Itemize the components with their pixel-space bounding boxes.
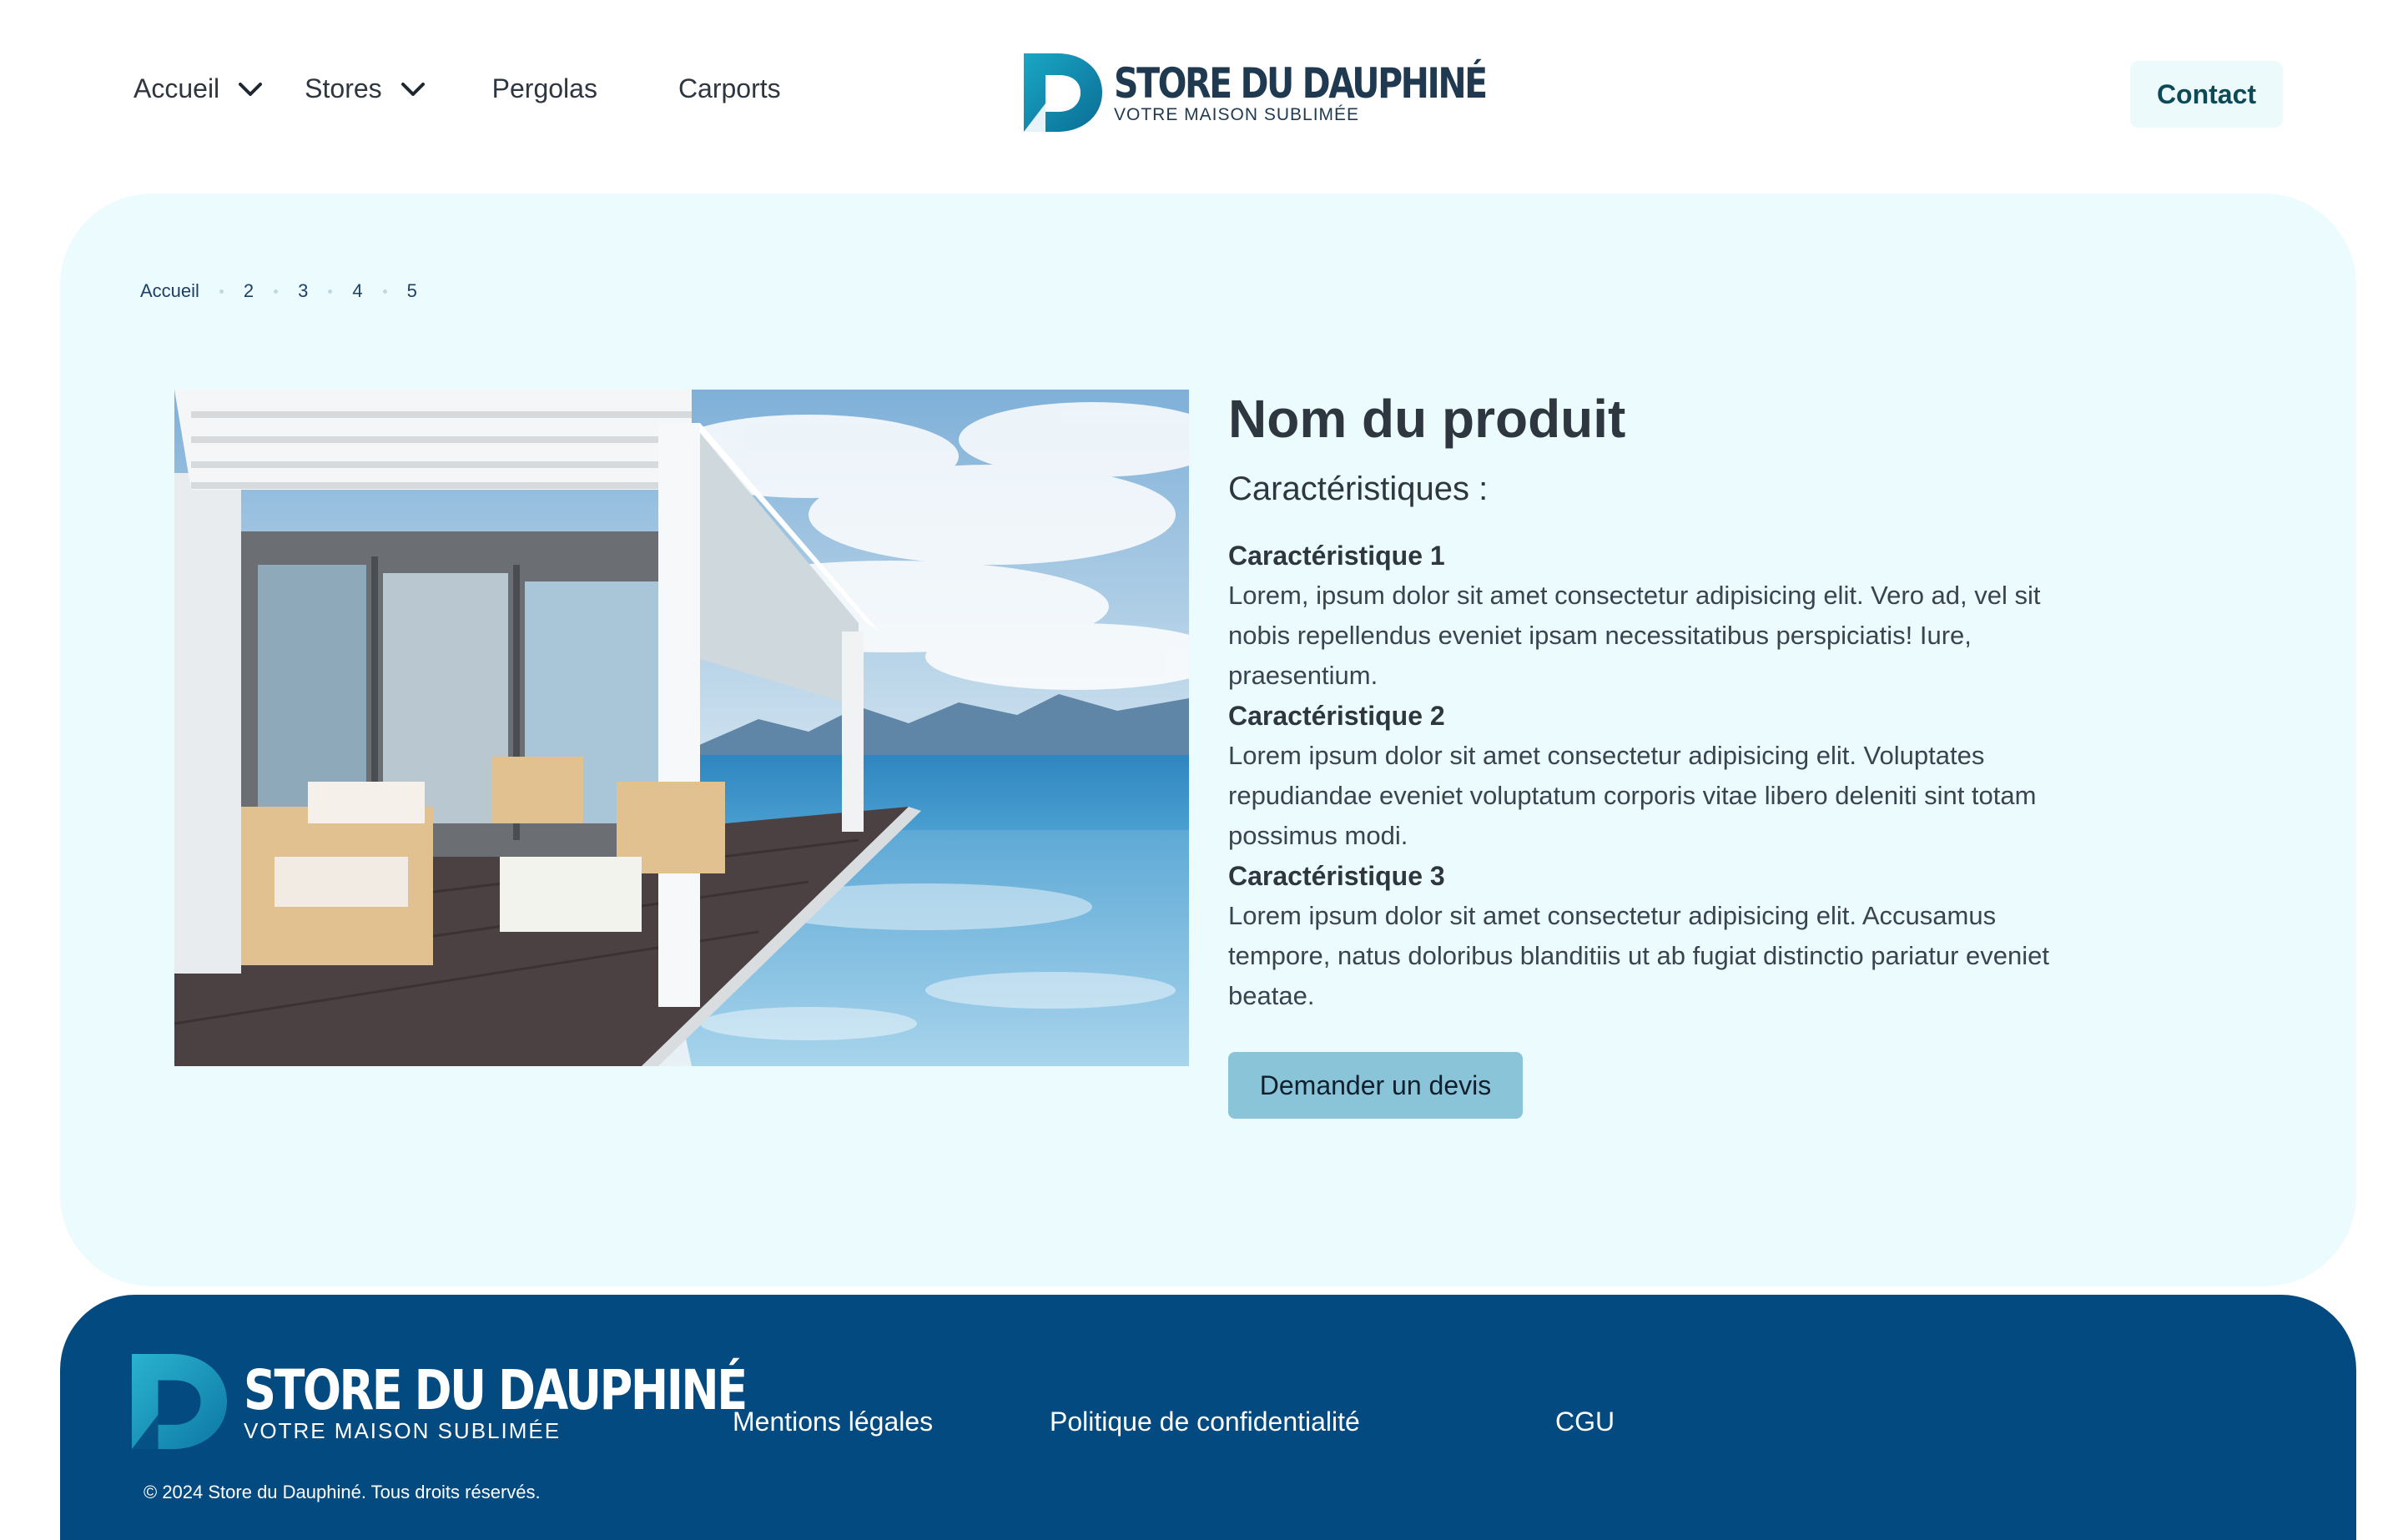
breadcrumb-separator (219, 289, 224, 294)
nav-item-stores[interactable]: Stores (305, 73, 425, 104)
breadcrumb-separator (274, 289, 279, 294)
feature-title: Caractéristique 2 (1228, 701, 1445, 731)
product-panel: Accueil 2 3 4 5 Nom du produit Caractéri… (60, 194, 2356, 1286)
feature-title: Caractéristique 3 (1228, 861, 1445, 891)
breadcrumb-item-4[interactable]: 4 (352, 280, 362, 302)
product-info: Nom du produit Caractéristiques : Caract… (1228, 385, 2063, 1016)
breadcrumb-item-3[interactable]: 3 (298, 280, 308, 302)
logo-mark-icon (132, 1354, 227, 1449)
main-nav: Accueil Stores Pergolas Carports (134, 73, 781, 104)
product-subtitle: Caractéristiques : (1228, 471, 1489, 507)
breadcrumb-item-2[interactable]: 2 (244, 280, 254, 302)
footer-link-mentions[interactable]: Mentions légales (733, 1407, 933, 1437)
footer-link-cgu[interactable]: CGU (1555, 1407, 1615, 1437)
feature-text: Lorem ipsum dolor sit amet consectetur a… (1228, 741, 2037, 850)
logo-name: STORE DU DAUPHINÉ (1114, 59, 1488, 108)
logo-tagline: VOTRE MAISON SUBLIMÉE (1114, 105, 1360, 124)
nav-label: Carports (678, 73, 781, 103)
breadcrumb-item-accueil[interactable]: Accueil (140, 280, 199, 302)
logo-mark-icon (1024, 53, 1102, 132)
feature-title: Caractéristique 1 (1228, 541, 1445, 571)
nav-item-carports[interactable]: Carports (678, 73, 781, 104)
breadcrumb-separator (328, 289, 333, 294)
logo-name: STORE DU DAUPHINÉ (244, 1358, 748, 1422)
nav-item-accueil[interactable]: Accueil (134, 73, 263, 104)
nav-item-pergolas[interactable]: Pergolas (492, 73, 597, 104)
site-logo[interactable]: STORE DU DAUPHINÉ VOTRE MAISON SUBLIMÉE (1024, 53, 1568, 132)
copyright: © 2024 Store du Dauphiné. Tous droits ré… (144, 1482, 541, 1502)
feature-text: Lorem, ipsum dolor sit amet consectetur … (1228, 581, 2041, 690)
nav-label: Accueil (134, 73, 220, 103)
contact-button[interactable]: Contact (2130, 61, 2283, 128)
feature-list: Caractéristique 1 Lorem, ipsum dolor sit… (1228, 536, 2063, 1016)
breadcrumb-separator (382, 289, 387, 294)
chevron-down-icon (400, 82, 425, 96)
chevron-down-icon (239, 82, 263, 96)
product-image (174, 390, 1189, 1066)
footer-link-privacy[interactable]: Politique de confidentialité (1050, 1407, 1360, 1437)
quote-request-button[interactable]: Demander un devis (1228, 1052, 1523, 1119)
site-footer: STORE DU DAUPHINÉ VOTRE MAISON SUBLIMÉE … (60, 1295, 2356, 1540)
feature-text: Lorem ipsum dolor sit amet consectetur a… (1228, 901, 2049, 1010)
pergola-pool-photo (174, 390, 1189, 1066)
nav-label: Stores (305, 73, 382, 103)
product-title: Nom du produit (1228, 389, 1626, 449)
breadcrumb-item-5[interactable]: 5 (407, 280, 417, 302)
nav-label: Pergolas (491, 73, 597, 103)
breadcrumb: Accueil 2 3 4 5 (140, 280, 417, 302)
site-header: Accueil Stores Pergolas Carports STORE D… (0, 0, 2403, 192)
